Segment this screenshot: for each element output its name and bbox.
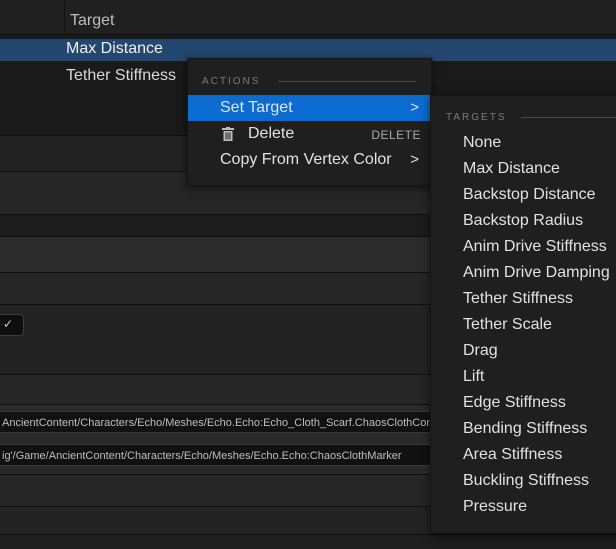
asset-path-field[interactable]: ig'/Game/AncientContent/Characters/Echo/… [0, 444, 432, 466]
chevron-right-icon: > [410, 151, 419, 168]
submenu-item[interactable]: None [463, 134, 501, 152]
chevron-right-icon: > [410, 99, 419, 116]
menu-item-set-target[interactable]: Set Target > [188, 95, 431, 121]
section-divider [521, 117, 616, 118]
menu-item-label: Delete [248, 125, 295, 142]
checkbox-dropdown[interactable]: ✓ [0, 314, 24, 336]
targets-submenu: TARGETS None Max Distance Backstop Distanc… [430, 95, 616, 534]
shortcut-label: DELETE [371, 128, 421, 142]
submenu-item[interactable]: Max Distance [463, 160, 560, 178]
submenu-item[interactable]: Tether Stiffness [463, 290, 573, 308]
submenu-item[interactable]: Pressure [463, 498, 527, 516]
column-divider[interactable] [64, 0, 65, 34]
menu-item-label: Copy From Vertex Color [220, 151, 392, 168]
panel-row [0, 534, 616, 549]
submenu-item[interactable]: Anim Drive Damping [463, 264, 610, 282]
context-menu: ACTIONS Set Target > Delete DELETE Copy … [187, 58, 432, 186]
submenu-item[interactable]: Anim Drive Stiffness [463, 238, 607, 256]
submenu-item[interactable]: Backstop Distance [463, 186, 596, 204]
menu-item-label: Set Target [220, 99, 293, 116]
menu-section-label: ACTIONS [202, 76, 261, 87]
submenu-item[interactable]: Area Stiffness [463, 446, 562, 464]
submenu-item[interactable]: Backstop Radius [463, 212, 583, 230]
menu-item-delete[interactable]: Delete DELETE [188, 121, 431, 147]
column-header-target[interactable]: Target [70, 12, 114, 30]
menu-section-label: TARGETS [446, 112, 507, 123]
trash-icon [222, 127, 234, 141]
table-row[interactable]: Max Distance [66, 40, 163, 58]
submenu-item[interactable]: Buckling Stiffness [463, 472, 589, 490]
section-divider [278, 81, 416, 82]
submenu-item[interactable]: Lift [463, 368, 484, 386]
checkmark-icon: ✓ [3, 317, 14, 331]
submenu-item[interactable]: Tether Scale [463, 316, 552, 334]
menu-item-copy-from-vertex-color[interactable]: Copy From Vertex Color > [188, 147, 431, 173]
table-row[interactable]: Tether Stiffness [66, 67, 176, 85]
submenu-item[interactable]: Edge Stiffness [463, 394, 566, 412]
asset-path-field[interactable]: AncientContent/Characters/Echo/Meshes/Ec… [0, 411, 432, 433]
submenu-item[interactable]: Drag [463, 342, 498, 360]
submenu-item[interactable]: Bending Stiffness [463, 420, 587, 438]
